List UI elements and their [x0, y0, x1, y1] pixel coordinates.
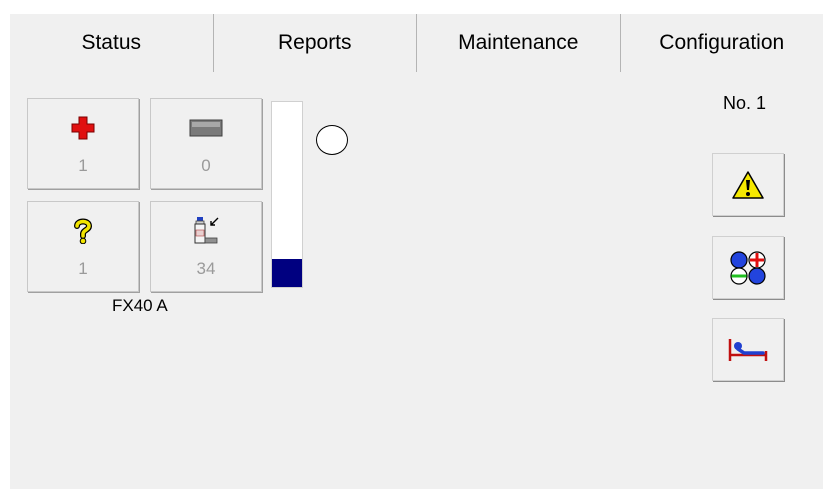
warning-button[interactable]: [712, 153, 784, 216]
device-label: FX40 A: [112, 296, 168, 315]
reagent-bottle-icon: [151, 217, 261, 244]
reagent-count: 34: [196, 259, 216, 278]
status-indicator-circle: [316, 125, 348, 155]
unknown-count: 1: [78, 259, 88, 278]
quality-control-icon: [730, 250, 766, 285]
tab-status[interactable]: Status: [10, 14, 214, 72]
warning-icon: [732, 170, 764, 199]
question-mark-icon: [28, 218, 138, 244]
unknown-tile[interactable]: 1: [27, 201, 139, 292]
red-cross-icon: [28, 115, 138, 141]
tab-bar: Status Reports Maintenance Configuration: [10, 14, 823, 72]
reagent-tile[interactable]: 34: [150, 201, 262, 292]
level-bar: [271, 101, 303, 288]
alarm-count: 1: [78, 156, 88, 175]
gray-rectangle-icon: [151, 115, 261, 141]
tab-maintenance[interactable]: Maintenance: [417, 14, 621, 72]
unit-number: No. 1: [723, 93, 767, 113]
patient-bed-icon: [728, 338, 768, 361]
tab-configuration[interactable]: Configuration: [620, 14, 823, 72]
quality-control-button[interactable]: [712, 236, 784, 299]
tab-reports-label: Reports: [277, 31, 352, 54]
tab-configuration-label: Configuration: [659, 31, 785, 54]
stopped-count: 0: [201, 156, 211, 175]
patient-button[interactable]: [712, 318, 784, 381]
tab-maintenance-label: Maintenance: [458, 31, 579, 54]
stopped-tile[interactable]: 0: [150, 98, 262, 189]
tab-reports[interactable]: Reports: [213, 14, 417, 72]
alarm-tile[interactable]: 1: [27, 98, 139, 189]
level-bar-fill: [272, 259, 302, 287]
tab-status-label: Status: [81, 31, 142, 54]
